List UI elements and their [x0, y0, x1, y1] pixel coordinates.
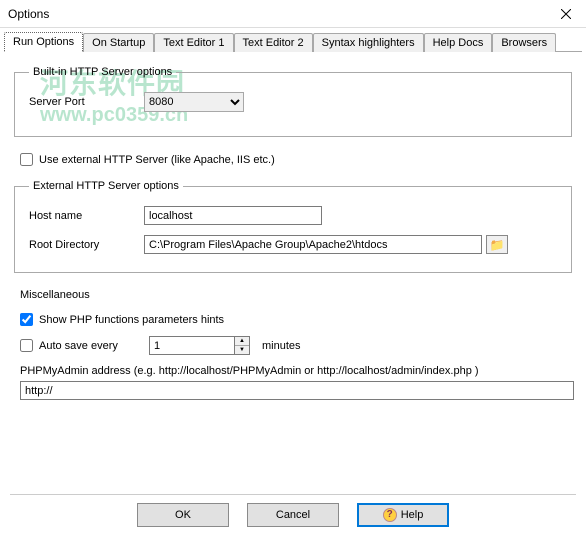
button-bar: OK Cancel ? Help: [0, 495, 586, 535]
tab-help-docs[interactable]: Help Docs: [424, 33, 493, 52]
auto-save-input[interactable]: [149, 336, 234, 355]
browse-dir-button[interactable]: 📁: [486, 235, 508, 254]
content-area: 河东软件园 www.pc0359.cn Built-in HTTP Server…: [0, 52, 586, 400]
use-external-label: Use external HTTP Server (like Apache, I…: [39, 154, 275, 166]
use-external-checkbox[interactable]: [20, 153, 33, 166]
phpmyadmin-label: PHPMyAdmin address (e.g. http://localhos…: [20, 365, 572, 377]
auto-save-row: Auto save every ▲ ▼ minutes: [20, 336, 572, 355]
tab-run-options[interactable]: Run Options: [4, 32, 83, 52]
tab-browsers[interactable]: Browsers: [492, 33, 556, 52]
builtin-server-group: Built-in HTTP Server options Server Port…: [14, 66, 572, 137]
show-hints-row: Show PHP functions parameters hints: [20, 313, 572, 326]
root-dir-wrap: 📁: [144, 235, 508, 254]
host-input[interactable]: [144, 206, 322, 225]
server-port-label: Server Port: [29, 96, 144, 108]
auto-save-spinner: ▲ ▼: [149, 336, 250, 355]
minutes-label: minutes: [262, 340, 301, 352]
root-dir-row: Root Directory 📁: [29, 235, 557, 254]
host-label: Host name: [29, 210, 144, 222]
cancel-label: Cancel: [276, 509, 310, 521]
phpmyadmin-input[interactable]: [20, 381, 574, 400]
cancel-button[interactable]: Cancel: [247, 503, 339, 527]
root-dir-label: Root Directory: [29, 239, 144, 251]
tab-text-editor-2[interactable]: Text Editor 2: [234, 33, 313, 52]
external-legend: External HTTP Server options: [29, 180, 183, 192]
show-hints-label: Show PHP functions parameters hints: [39, 314, 224, 326]
titlebar: Options: [0, 0, 586, 28]
ok-button[interactable]: OK: [137, 503, 229, 527]
root-dir-input[interactable]: [144, 235, 482, 254]
host-row: Host name: [29, 206, 557, 225]
misc-title: Miscellaneous: [20, 289, 572, 301]
tab-on-startup[interactable]: On Startup: [83, 33, 154, 52]
folder-icon: 📁: [490, 238, 505, 252]
spinner-up-button[interactable]: ▲: [235, 337, 249, 346]
external-server-group: External HTTP Server options Host name R…: [14, 180, 572, 273]
help-button[interactable]: ? Help: [357, 503, 449, 527]
close-button[interactable]: [546, 0, 586, 28]
tab-syntax[interactable]: Syntax highlighters: [313, 33, 424, 52]
spinner-down-button[interactable]: ▼: [235, 346, 249, 355]
spinner-buttons: ▲ ▼: [234, 336, 250, 355]
help-icon: ?: [383, 508, 397, 522]
help-label: Help: [401, 509, 424, 521]
show-hints-checkbox[interactable]: [20, 313, 33, 326]
window-title: Options: [8, 7, 49, 21]
auto-save-checkbox[interactable]: [20, 339, 33, 352]
builtin-legend: Built-in HTTP Server options: [29, 66, 176, 78]
server-port-row: Server Port 8080: [29, 92, 557, 112]
close-icon: [561, 9, 571, 19]
auto-save-label: Auto save every: [39, 340, 149, 352]
tab-bar: Run Options On Startup Text Editor 1 Tex…: [4, 30, 582, 52]
ok-label: OK: [175, 509, 191, 521]
use-external-row: Use external HTTP Server (like Apache, I…: [20, 153, 572, 166]
server-port-select[interactable]: 8080: [144, 92, 244, 112]
tab-text-editor-1[interactable]: Text Editor 1: [154, 33, 233, 52]
